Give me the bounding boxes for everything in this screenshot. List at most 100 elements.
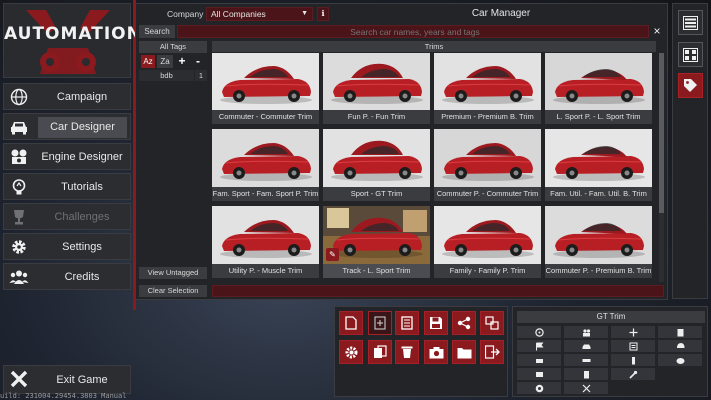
speed-icon [676,357,684,364]
trim-stat-cell[interactable] [658,340,702,352]
trim-stat-cell[interactable] [611,354,655,366]
trims-grid: Commuter - Commuter Trim Fun P. - Fun Tri… [212,53,657,282]
trim-stat-cell[interactable] [611,368,655,380]
car-tile[interactable]: Fam. Util. - Fam. Util. B. Trim [545,129,652,201]
trims-scrollbar[interactable] [659,53,664,282]
trim-stat-cell[interactable] [517,340,561,352]
remove-tag-button[interactable]: - [192,55,204,68]
car-tile[interactable]: Utility P. - Muscle Trim [212,206,319,278]
trim-stat-cell[interactable] [564,368,608,380]
car-tile[interactable]: Sport - GT Trim [323,129,430,201]
car-thumbnail [212,129,319,187]
car-tile[interactable]: Family - Family P. Trim [434,206,541,278]
trim-stat-cell[interactable] [611,340,655,352]
list-view-button[interactable] [678,10,703,35]
company-info-icon[interactable]: ℹ [317,7,329,21]
delete-button[interactable] [395,340,419,364]
save-button[interactable] [424,311,448,335]
tag-badge-icon: ✎ [326,248,339,261]
tag-item-name[interactable]: bdb [139,70,194,81]
car-tile-caption: Family - Family P. Trim [434,264,541,278]
photo-button[interactable] [424,340,448,364]
company-label: Company [167,9,204,19]
trim-stat-empty-cell [658,368,702,380]
car-thumbnail [323,129,430,187]
car-tile[interactable]: Commuter - Commuter Trim [212,53,319,124]
clear-selection-button[interactable]: Clear Selection [139,285,207,297]
trim-stat-cell[interactable] [658,354,702,366]
trim-stat-cell[interactable] [517,326,561,338]
tag-item-count: 1 [195,70,207,81]
tag-icon [684,79,697,92]
car-tile-caption: Track - L. Sport Trim [323,264,430,278]
menu-car-designer[interactable]: Car Designer [3,113,131,140]
car-tile[interactable]: Fam. Sport - Fam. Sport P. Trim [212,129,319,201]
all-tags-button[interactable]: All Tags [139,41,207,53]
car-tile-caption: Fam. Sport - Fam. Sport P. Trim [212,187,319,201]
page-title: Car Manager [471,8,531,19]
crosshair-icon [629,328,637,336]
copy-button[interactable] [368,340,392,364]
import-button[interactable] [368,311,392,335]
share-button[interactable] [452,311,476,335]
sort-az-button[interactable]: Az [141,55,155,68]
menu-label: Credits [64,271,100,283]
sort-za-button[interactable]: Za [157,55,173,68]
export-button[interactable] [480,340,504,364]
trim-stat-cell[interactable] [564,382,608,394]
trim-stat-cell[interactable] [517,368,561,380]
search-close-icon[interactable]: × [650,24,664,38]
open-folder-button[interactable] [452,340,476,364]
menu-credits[interactable]: Credits [3,263,131,290]
trim-stat-cell[interactable] [611,326,655,338]
company-select[interactable]: All Companies ▼ [206,7,313,21]
grid-view-button[interactable] [678,42,703,67]
car-manager-panel: Company All Companies ▼ ℹ Car Manager Se… [135,3,668,300]
search-label: Search [139,25,175,38]
trophy-icon [8,206,30,228]
import-icon [374,316,386,330]
details-button[interactable] [395,311,419,335]
car-tile-caption: Fam. Util. - Fam. Util. B. Trim [545,187,652,201]
compare-button[interactable] [480,311,504,335]
tune-button[interactable] [339,340,363,364]
search-input[interactable] [177,25,649,38]
trim-stat-cell[interactable] [517,382,561,394]
trim-stat-cell[interactable] [658,326,702,338]
car-thumbnail [434,53,541,110]
trim-stat-empty-cell [611,382,655,394]
car-tile[interactable]: Track - L. Sport Trim ✎ [323,206,430,278]
view-untagged-button[interactable]: View Untagged [139,267,207,279]
menu-tutorials[interactable]: Tutorials [3,173,131,200]
trim-stat-cell[interactable] [564,354,608,366]
exit-game-button[interactable]: Exit Game [3,365,131,394]
trim-stat-cell[interactable] [517,354,561,366]
list-icon [629,342,637,350]
car-tile[interactable]: Commuter P. - Commuter Trim [434,129,541,201]
add-tag-button[interactable]: + [176,55,188,68]
menu-settings[interactable]: Settings [3,233,131,260]
scrollbar-thumb[interactable] [659,53,664,213]
exit-label: Exit Game [56,374,108,386]
menu-campaign[interactable]: Campaign [3,83,131,110]
clipboard-icon [677,328,683,336]
gear-check-icon [345,346,357,358]
car-thumbnail [434,206,541,264]
menu-challenges: Challenges [3,203,131,230]
trims-header: Trims [212,41,656,52]
new-file-icon [345,316,357,330]
menu-engine-designer[interactable]: Engine Designer [3,143,131,170]
car-tile[interactable]: Premium - Premium B. Trim [434,53,541,124]
trim-stat-cell[interactable] [564,340,608,352]
car-tile[interactable]: Commuter P. - Premium B. Trim [545,206,652,278]
car-tile[interactable]: L. Sport P. - L. Sport Trim [545,53,652,124]
gear-icon [8,236,30,258]
trash-icon [401,346,413,358]
new-file-button[interactable] [339,311,363,335]
tag-view-button[interactable] [678,73,703,98]
car-tile-caption: L. Sport P. - L. Sport Trim [545,110,652,124]
car-icon [8,116,30,138]
trim-stat-cell[interactable] [564,326,608,338]
people-icon [582,328,590,336]
car-tile[interactable]: Fun P. - Fun Trim [323,53,430,124]
